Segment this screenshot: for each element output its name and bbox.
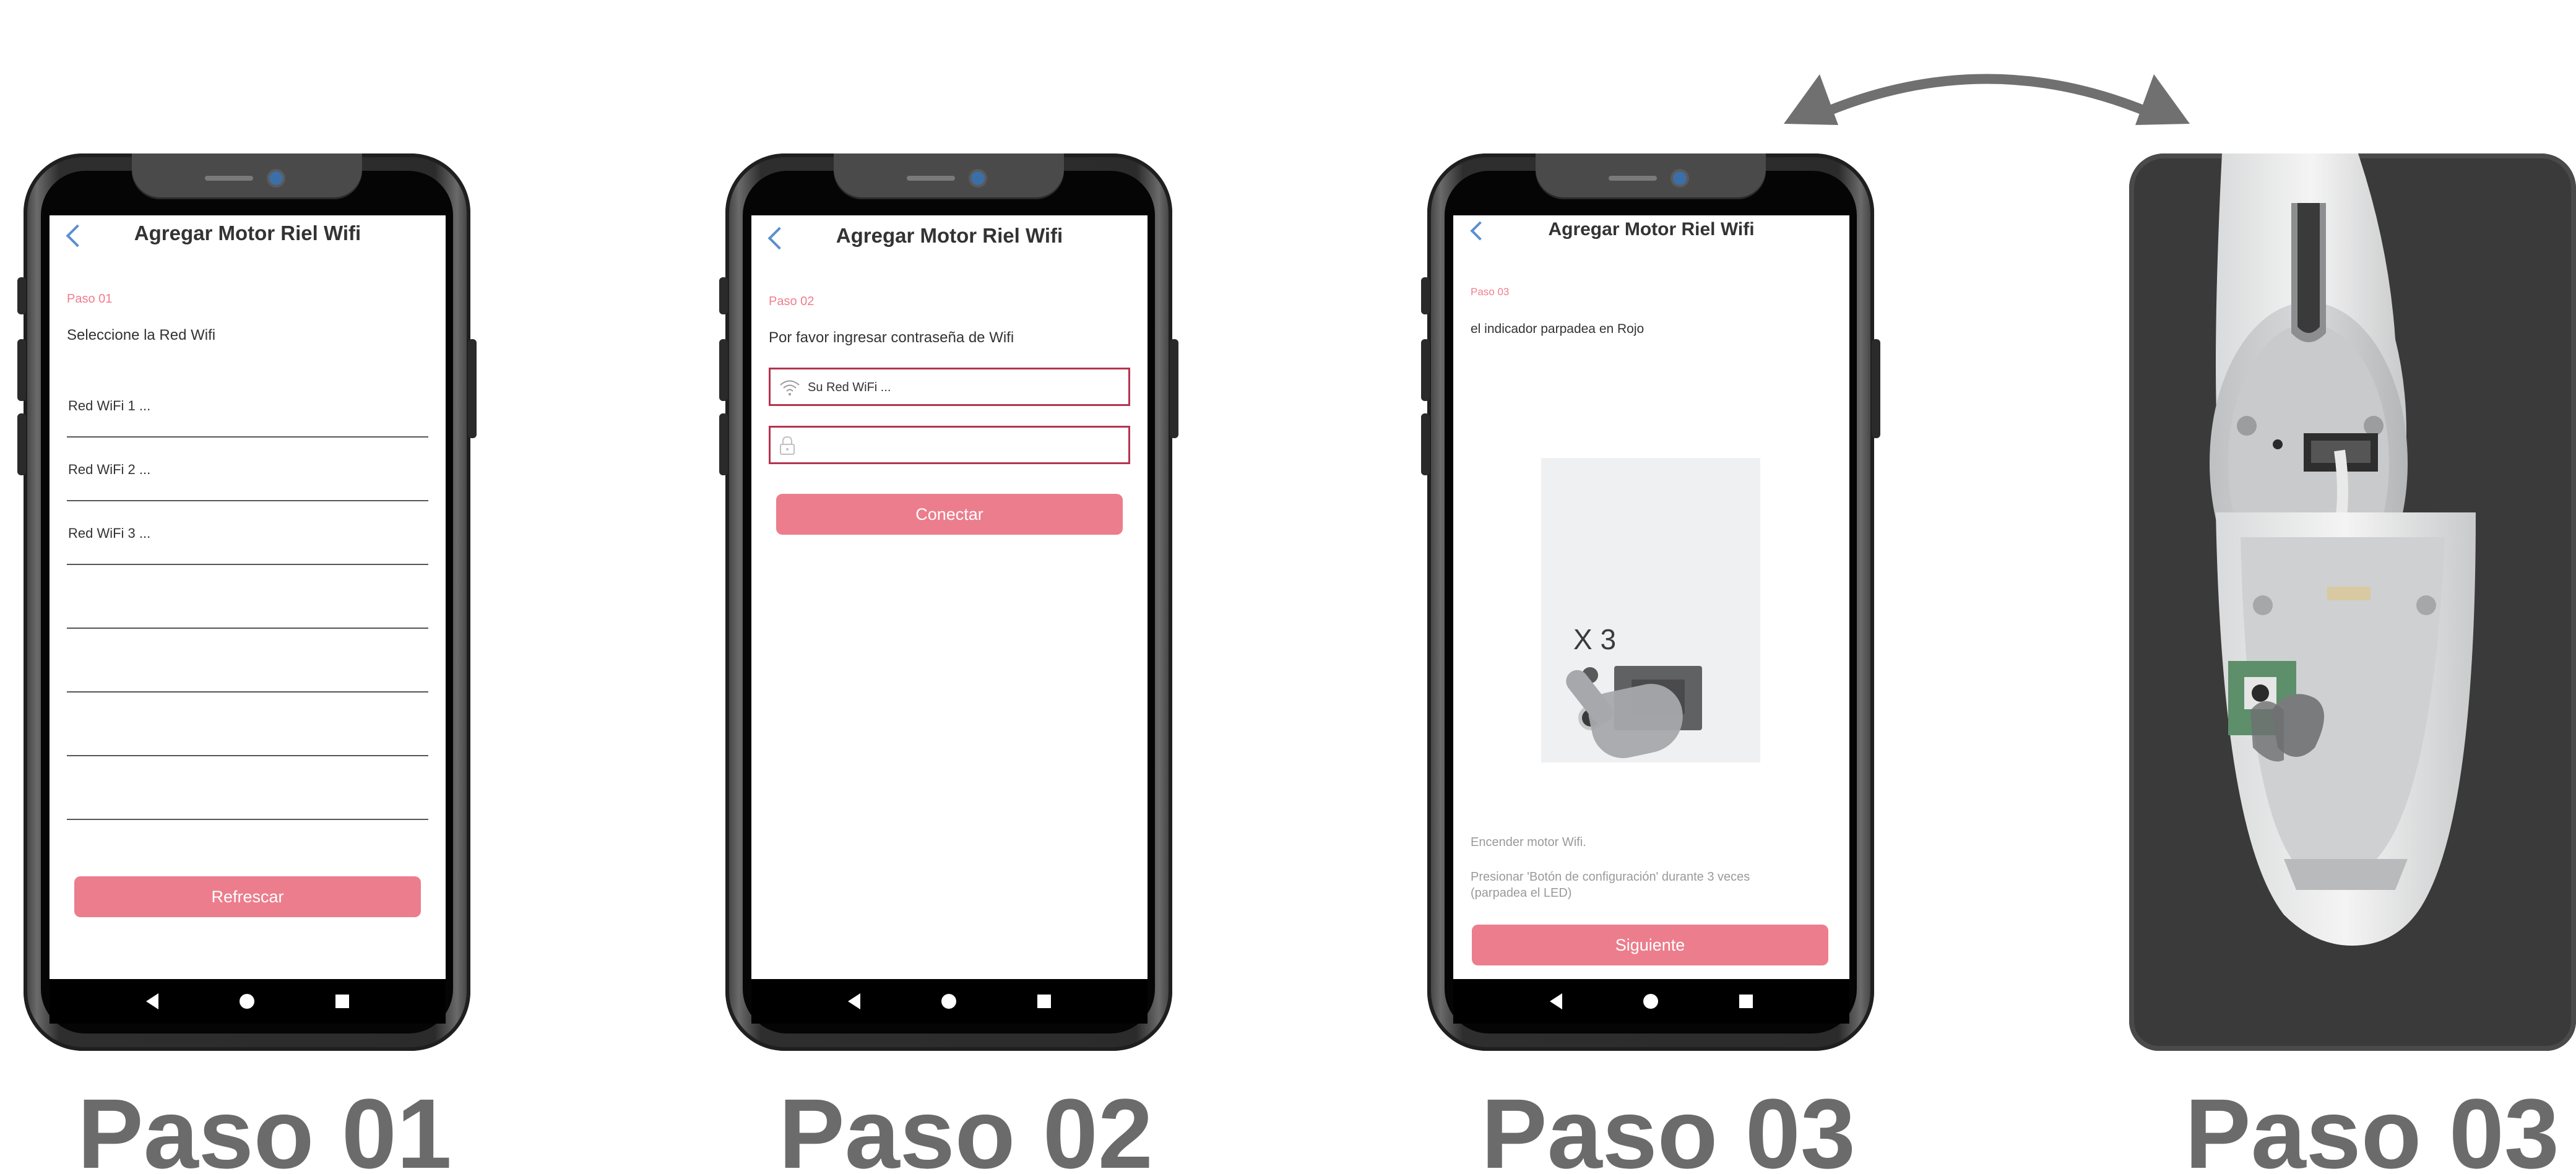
step-label: Paso 01: [67, 292, 113, 306]
note-press-config: Presionar 'Botón de configuración' duran…: [1471, 870, 1750, 900]
phone-side-button: [1421, 413, 1430, 475]
wifi-network-list: Red WiFi 1 ... Red WiFi 2 ... Red WiFi 3…: [67, 374, 428, 820]
android-nav-bar: [751, 979, 1148, 1024]
phone-side-button: [719, 339, 728, 401]
phone-notch: [132, 153, 362, 199]
wifi-list-item[interactable]: [67, 693, 428, 756]
wifi-list-item[interactable]: [67, 756, 428, 820]
square-recent-icon[interactable]: [1037, 995, 1052, 1008]
wifi-ssid-value: Su Red WiFi ...: [808, 381, 891, 394]
button-press-illustration: X 3: [1541, 458, 1760, 764]
android-nav-bar: [1453, 979, 1849, 1024]
wifi-list-item[interactable]: Red WiFi 3 ...: [67, 501, 428, 565]
android-nav-bar: [50, 979, 446, 1024]
phone-step-3: Agregar Motor Riel Wifi Paso 03 el indic…: [1421, 153, 1880, 1051]
square-recent-icon[interactable]: [335, 995, 350, 1008]
instruction-text: el indicador parpadea en Rojo: [1471, 322, 1645, 336]
triangle-back-icon[interactable]: [145, 993, 158, 1009]
app-header: Agregar Motor Riel Wifi: [1453, 215, 1849, 260]
phone-step-1: Agregar Motor Riel Wifi Paso 01 Seleccio…: [17, 153, 477, 1051]
speaker-grille: [205, 176, 253, 181]
phone-side-button: [17, 339, 26, 401]
lock-icon: [780, 436, 795, 455]
page-title: Agregar Motor Riel Wifi: [134, 222, 361, 244]
step-caption: Paso 03: [2185, 1078, 2559, 1174]
phone-side-button: [468, 339, 477, 438]
app-screen: Agregar Motor Riel Wifi Paso 02 Por favo…: [751, 215, 1148, 979]
note-power-on: Encender motor Wifi.: [1471, 835, 1586, 849]
circle-home-icon[interactable]: [239, 994, 254, 1009]
phone-notch: [834, 153, 1064, 199]
step-caption: Paso 01: [77, 1078, 452, 1174]
app-header: Agregar Motor Riel Wifi: [751, 215, 1148, 260]
double-headed-arrow-icon: [1784, 74, 2190, 125]
wifi-list-item[interactable]: [67, 629, 428, 693]
instruction-text: Seleccione la Red Wifi: [67, 327, 216, 343]
phone-side-button: [17, 413, 26, 475]
refresh-button[interactable]: Refrescar: [74, 876, 421, 917]
camera-icon: [1673, 171, 1687, 185]
phone-notch: [1536, 153, 1766, 199]
phone-side-button: [1170, 339, 1178, 438]
triangle-back-icon[interactable]: [847, 993, 860, 1009]
app-screen: Agregar Motor Riel Wifi Paso 01 Seleccio…: [50, 215, 446, 979]
wifi-ssid-field[interactable]: Su Red WiFi ...: [769, 368, 1130, 406]
step-label: Paso 02: [769, 295, 815, 308]
wifi-list-item[interactable]: Red WiFi 1 ...: [67, 374, 428, 438]
instruction-text: Por favor ingresar contraseña de Wifi: [769, 329, 1014, 346]
circle-home-icon[interactable]: [1643, 994, 1658, 1009]
app-screen: Agregar Motor Riel Wifi Paso 03 el indic…: [1453, 215, 1849, 979]
circle-home-icon[interactable]: [941, 994, 956, 1009]
speaker-grille: [907, 176, 955, 181]
phone-side-button: [719, 413, 728, 475]
app-header: Agregar Motor Riel Wifi: [50, 215, 446, 260]
wifi-item-label: Red WiFi 3 ...: [68, 525, 151, 541]
connect-button[interactable]: Conectar: [776, 494, 1123, 535]
square-recent-icon[interactable]: [1739, 995, 1753, 1008]
wifi-item-label: Red WiFi 1 ...: [68, 398, 151, 413]
triangle-back-icon[interactable]: [1549, 993, 1562, 1009]
device-photo-panel: [2129, 153, 2576, 1051]
phone-side-button: [1421, 339, 1430, 401]
phone-side-button: [1421, 277, 1430, 314]
wifi-list-item[interactable]: Red WiFi 2 ...: [67, 438, 428, 501]
page-title: Agregar Motor Riel Wifi: [1548, 219, 1755, 240]
motor-open-housing-illustration: [2210, 153, 2476, 946]
wifi-icon: [780, 380, 800, 395]
phone-step-2: Agregar Motor Riel Wifi Paso 02 Por favo…: [719, 153, 1178, 1051]
wifi-item-label: Red WiFi 2 ...: [68, 462, 151, 477]
step-label: Paso 03: [1471, 286, 1510, 298]
camera-icon: [971, 171, 985, 185]
wifi-list-item[interactable]: [67, 565, 428, 629]
phone-side-button: [719, 277, 728, 314]
camera-icon: [269, 171, 283, 185]
step-caption: Paso 03: [1481, 1078, 1856, 1174]
step-caption: Paso 02: [779, 1078, 1153, 1174]
speaker-grille: [1609, 176, 1657, 181]
phone-side-button: [17, 277, 26, 314]
page-title: Agregar Motor Riel Wifi: [836, 224, 1063, 247]
phone-side-button: [1872, 339, 1880, 438]
wifi-password-field[interactable]: [769, 426, 1130, 464]
press-count-label: X 3: [1573, 623, 1617, 655]
next-button[interactable]: Siguiente: [1472, 925, 1828, 965]
